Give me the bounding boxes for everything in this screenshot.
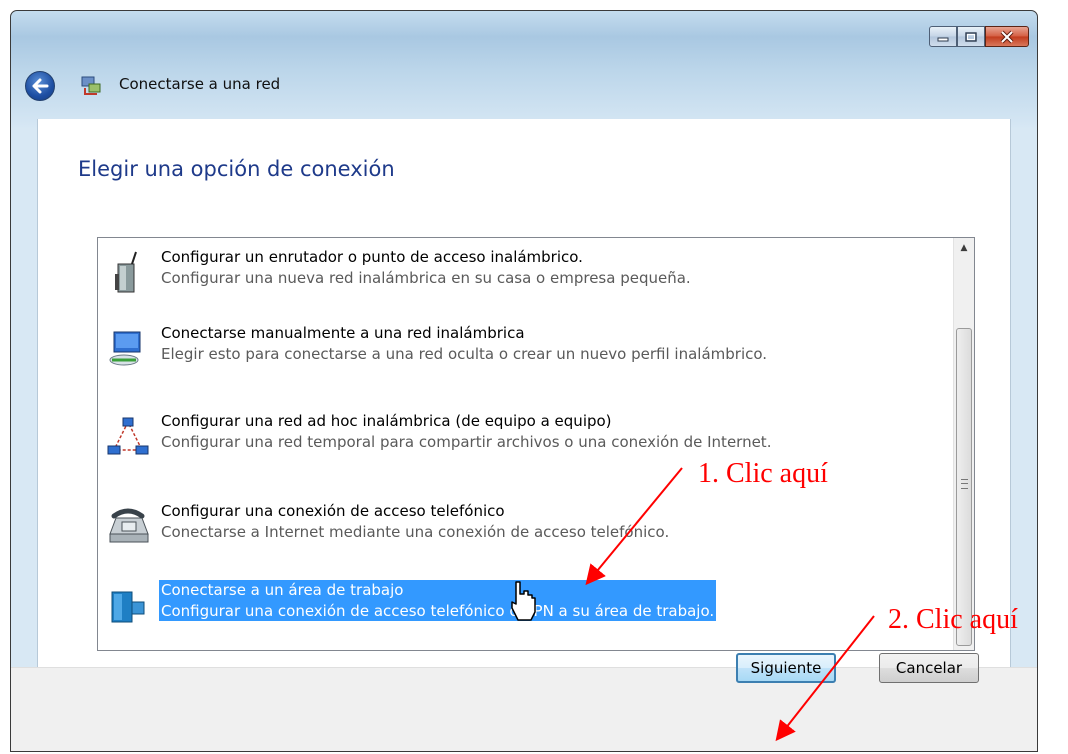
option-text: Configurar una red ad hoc inalámbrica (d…: [161, 412, 771, 451]
option-description: Configurar una conexión de acceso telefó…: [161, 602, 715, 620]
wireless-network-icon: [109, 331, 141, 366]
option-router[interactable]: Configurar un enrutador o punto de acces…: [98, 242, 948, 302]
network-icon: [81, 76, 101, 95]
option-workplace[interactable]: Conectarse a un área de trabajo Configur…: [98, 574, 948, 634]
maximize-button[interactable]: [957, 26, 985, 47]
grip-icon: [961, 479, 968, 489]
option-text: Configurar una conexión de acceso telefó…: [161, 502, 669, 541]
cancel-button[interactable]: Cancelar: [879, 653, 979, 683]
dialog-window: Conectarse a una red Elegir una opción d…: [10, 10, 1038, 752]
close-icon: [1000, 30, 1014, 43]
minimize-button[interactable]: [929, 26, 957, 47]
option-text: Conectarse a un área de trabajo Configur…: [159, 580, 717, 621]
vertical-scrollbar[interactable]: ▲: [953, 238, 974, 650]
scroll-up-icon: ▲: [960, 243, 968, 253]
scrollbar-thumb[interactable]: [956, 328, 972, 646]
ad-hoc-network-icon: [107, 417, 149, 455]
next-button[interactable]: Siguiente: [736, 653, 836, 683]
page-heading: Elegir una opción de conexión: [78, 157, 395, 181]
option-title: Configurar una conexión de acceso telefó…: [161, 502, 505, 520]
scroll-up-button[interactable]: ▲: [954, 238, 974, 258]
option-dial-up[interactable]: Configurar una conexión de acceso telefó…: [98, 496, 948, 556]
option-description: Elegir esto para conectarse a una red oc…: [161, 345, 768, 363]
back-arrow-icon: [32, 78, 49, 94]
content-panel: Elegir una opción de conexión Configurar…: [37, 119, 1011, 667]
annotation-step-2: 2. Clic aquí: [888, 604, 1018, 635]
option-description: Conectarse a Internet mediante una conex…: [161, 523, 670, 541]
option-title: Conectarse a un área de trabajo: [161, 581, 404, 599]
window-title: Conectarse a una red: [119, 75, 281, 93]
maximize-icon: [965, 31, 977, 42]
option-description: Configurar una nueva red inalámbrica en …: [161, 269, 691, 287]
caption-buttons: [929, 26, 1029, 48]
option-ad-hoc[interactable]: Configurar una red ad hoc inalámbrica (d…: [98, 406, 948, 466]
workplace-icon: [111, 591, 145, 623]
minimize-icon: [937, 37, 949, 41]
option-title: Conectarse manualmente a una red inalámb…: [161, 324, 525, 342]
option-text: Conectarse manualmente a una red inalámb…: [161, 324, 767, 363]
telephone-icon: [109, 508, 149, 543]
option-title: Configurar un enrutador o punto de acces…: [161, 248, 583, 266]
option-description: Configurar una red temporal para compart…: [161, 433, 772, 451]
close-button[interactable]: [985, 26, 1029, 47]
option-manual-wireless[interactable]: Conectarse manualmente a una red inalámb…: [98, 318, 948, 378]
option-title: Configurar una red ad hoc inalámbrica (d…: [161, 412, 612, 430]
back-button[interactable]: [25, 71, 55, 101]
connection-options-list[interactable]: Configurar un enrutador o punto de acces…: [97, 237, 975, 651]
option-text: Configurar un enrutador o punto de acces…: [161, 248, 691, 287]
annotation-step-1: 1. Clic aquí: [698, 458, 828, 489]
router-icon: [115, 251, 137, 293]
